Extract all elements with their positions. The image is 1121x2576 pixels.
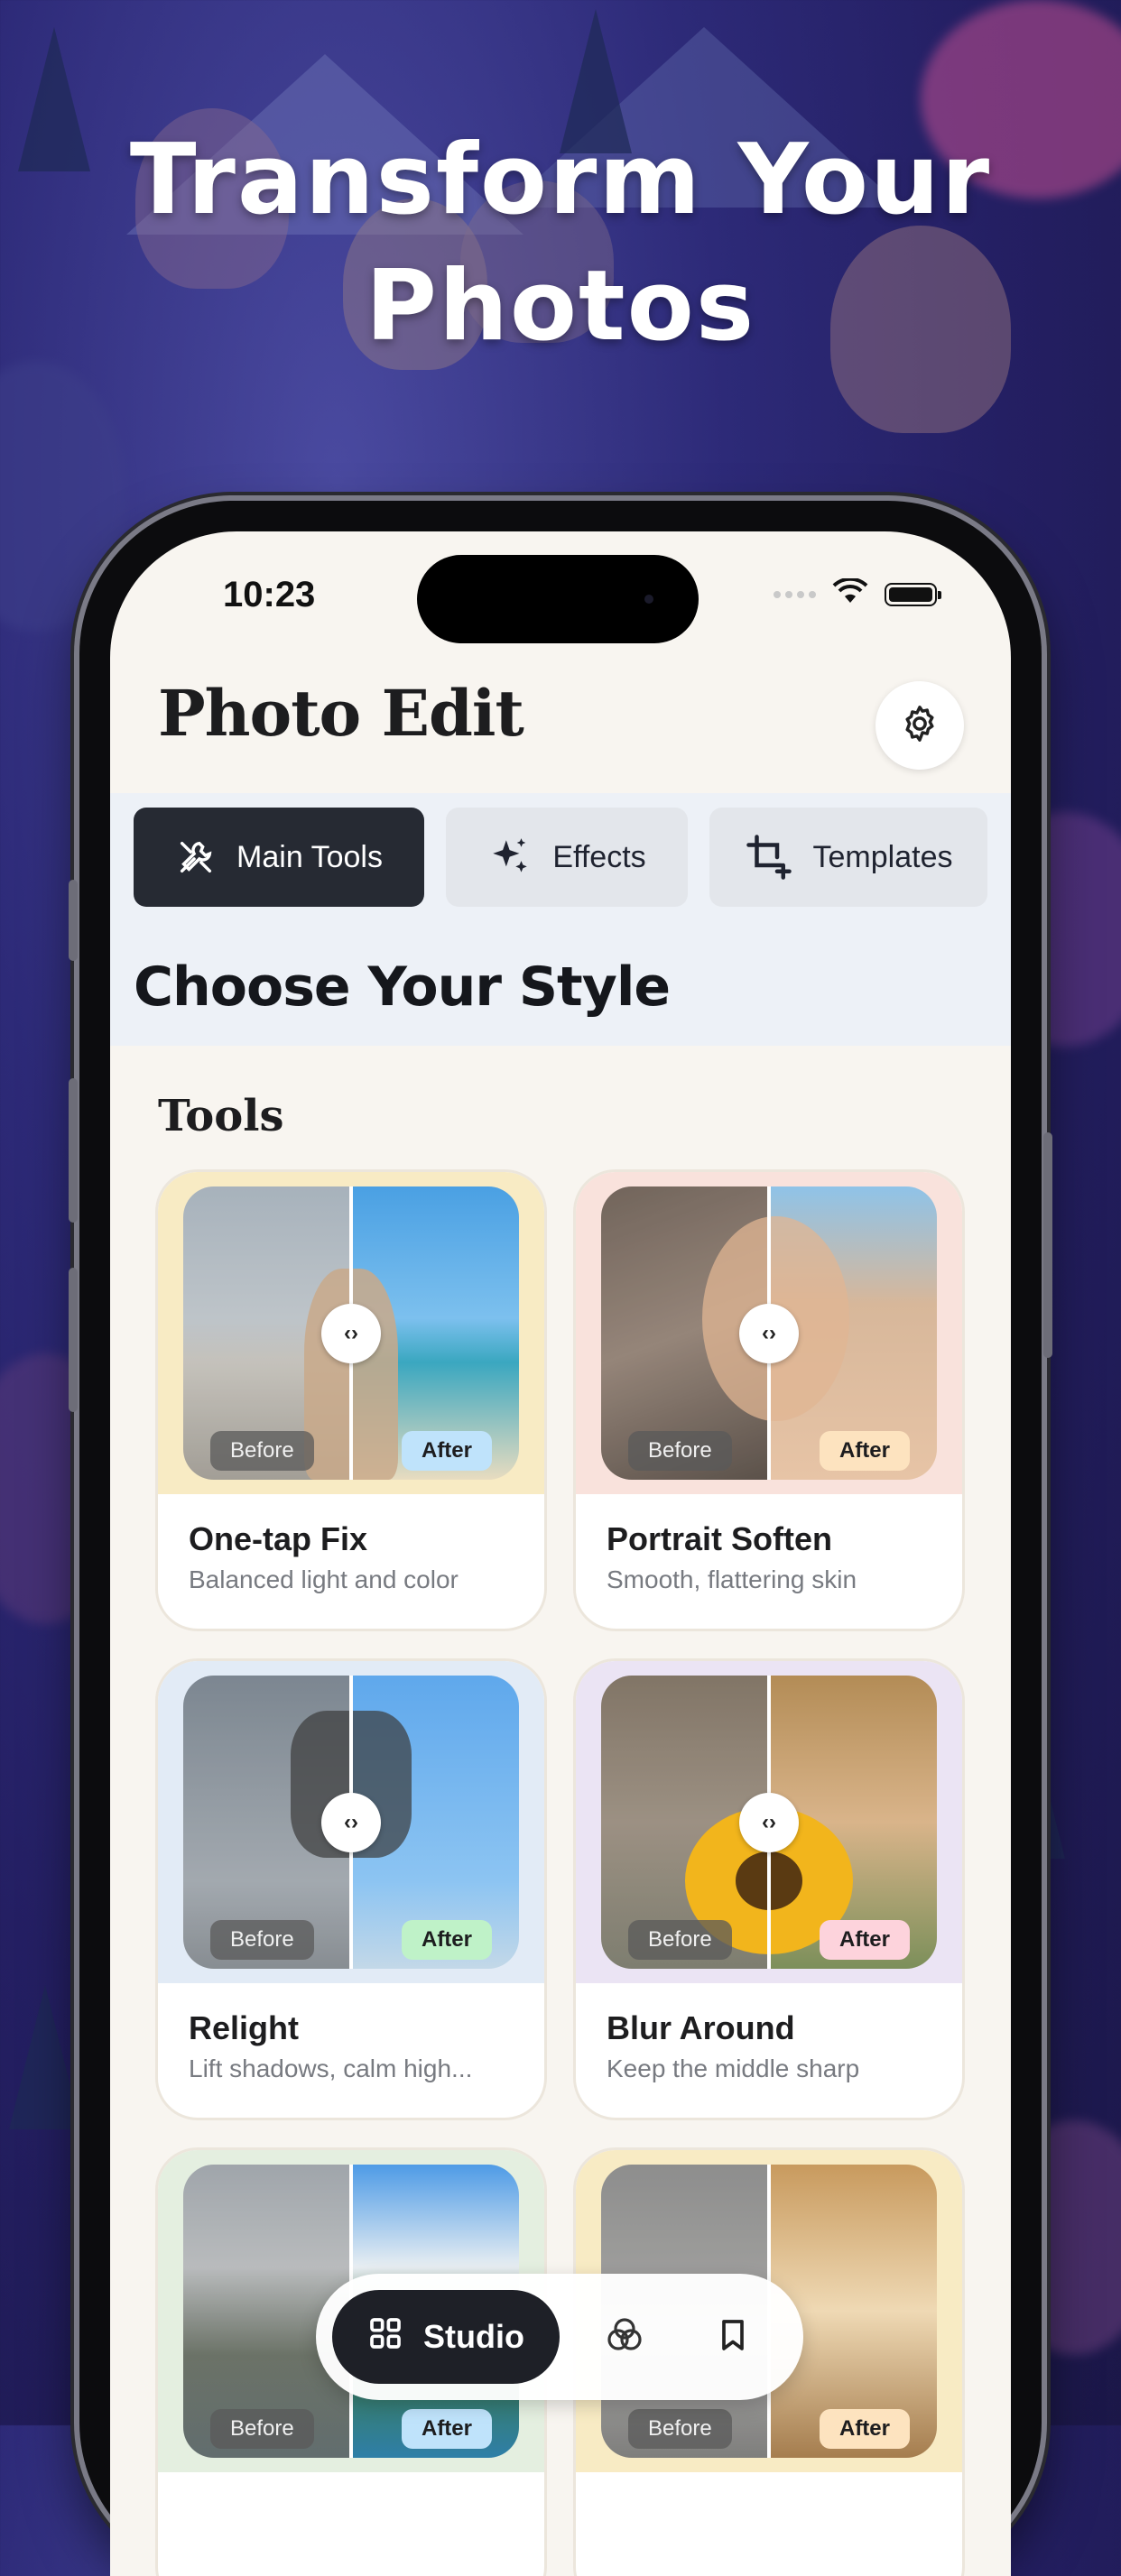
grid-icon — [367, 2315, 403, 2359]
power-button — [1043, 1132, 1052, 1358]
signal-icon — [774, 590, 816, 598]
color-circles-icon — [603, 2313, 646, 2361]
gear-icon — [899, 703, 940, 749]
tab-effects[interactable]: Effects — [446, 808, 688, 907]
tool-card-one-tap-fix[interactable]: ‹› Before After One-tap Fix Balanced lig… — [158, 1172, 544, 1629]
status-icons — [774, 577, 941, 610]
tool-card-portrait-soften[interactable]: ‹› Before After Portrait Soften Smooth, … — [576, 1172, 962, 1629]
after-label: After — [819, 1431, 910, 1471]
phone-frame: 10:23 Photo Edit Main Tools Effects Temp… — [69, 501, 1052, 2576]
tool-description: Keep the middle sharp — [607, 2054, 860, 2082]
tools-section-title: Tools — [158, 1091, 284, 1141]
after-label: After — [819, 1920, 910, 1960]
studio-nav-button[interactable]: Studio — [332, 2290, 560, 2384]
battery-icon — [885, 582, 941, 606]
sparkles-icon — [487, 835, 533, 880]
before-label: Before — [628, 1920, 732, 1960]
before-label: Before — [210, 1920, 314, 1960]
headline-line-1: Transform Your — [129, 124, 992, 236]
tool-card-blur-around[interactable]: ‹› Before After Blur Around Keep the mid… — [576, 1661, 962, 2118]
tool-preview-image: ‹› Before After — [601, 1676, 937, 1969]
volume-up-button — [69, 1078, 78, 1223]
app-title: Photo Edit — [158, 676, 524, 751]
bookmark-icon — [715, 2315, 751, 2359]
compare-slider-handle[interactable]: ‹› — [321, 1792, 381, 1852]
color-filters-nav-button[interactable] — [598, 2310, 652, 2364]
after-label: After — [401, 1920, 492, 1960]
tab-main-tools[interactable]: Main Tools — [134, 808, 424, 907]
tab-templates-label: Templates — [812, 839, 953, 874]
compare-slider-handle[interactable]: ‹› — [739, 1303, 799, 1363]
compare-slider-handle[interactable]: ‹› — [739, 1792, 799, 1852]
status-bar: 10:23 — [110, 531, 1011, 643]
wifi-icon — [832, 577, 868, 610]
after-label: After — [401, 1431, 492, 1471]
tab-bar: Main Tools Effects Templates — [134, 808, 987, 907]
app-screen: 10:23 Photo Edit Main Tools Effects Temp… — [110, 531, 1011, 2576]
tab-templates[interactable]: Templates — [709, 808, 987, 907]
side-button — [69, 880, 78, 961]
tool-preview-image: ‹› Before After — [183, 1186, 519, 1480]
crop-add-icon — [745, 833, 793, 882]
tool-card-relight[interactable]: ‹› Before After Relight Lift shadows, ca… — [158, 1661, 544, 2118]
tab-effects-label: Effects — [552, 839, 646, 874]
marketing-headline: Transform Your Photos — [0, 117, 1121, 370]
saved-nav-button[interactable] — [706, 2310, 760, 2364]
tool-preview-image: ‹› Before After — [601, 1186, 937, 1480]
tool-name: Blur Around — [607, 2009, 795, 2046]
settings-button[interactable] — [875, 681, 964, 770]
tools-icon — [175, 836, 217, 878]
headline-line-2: Photos — [365, 250, 756, 363]
before-label: Before — [210, 1431, 314, 1471]
tool-description: Smooth, flattering skin — [607, 1565, 857, 1593]
before-label: Before — [210, 2409, 314, 2449]
after-label: After — [819, 2409, 910, 2449]
status-time: 10:23 — [223, 575, 316, 614]
tool-description: Lift shadows, calm high... — [189, 2054, 473, 2082]
before-label: Before — [628, 1431, 732, 1471]
volume-down-button — [69, 1268, 78, 1412]
choose-style-heading: Choose Your Style — [134, 956, 671, 1019]
bottom-navigation: Studio — [316, 2274, 803, 2400]
before-label: Before — [628, 2409, 732, 2449]
tool-name: Relight — [189, 2009, 299, 2046]
studio-nav-label: Studio — [423, 2318, 524, 2355]
tool-description: Balanced light and color — [189, 1565, 459, 1593]
after-label: After — [401, 2409, 492, 2449]
tool-preview-image: ‹› Before After — [183, 1676, 519, 1969]
tool-name: Portrait Soften — [607, 1520, 833, 1557]
compare-slider-handle[interactable]: ‹› — [321, 1303, 381, 1363]
dynamic-island — [417, 555, 699, 643]
tool-name: One-tap Fix — [189, 1520, 368, 1557]
tab-main-tools-label: Main Tools — [236, 839, 383, 874]
tabs-area: Main Tools Effects Templates Choose Your… — [110, 793, 1011, 1046]
